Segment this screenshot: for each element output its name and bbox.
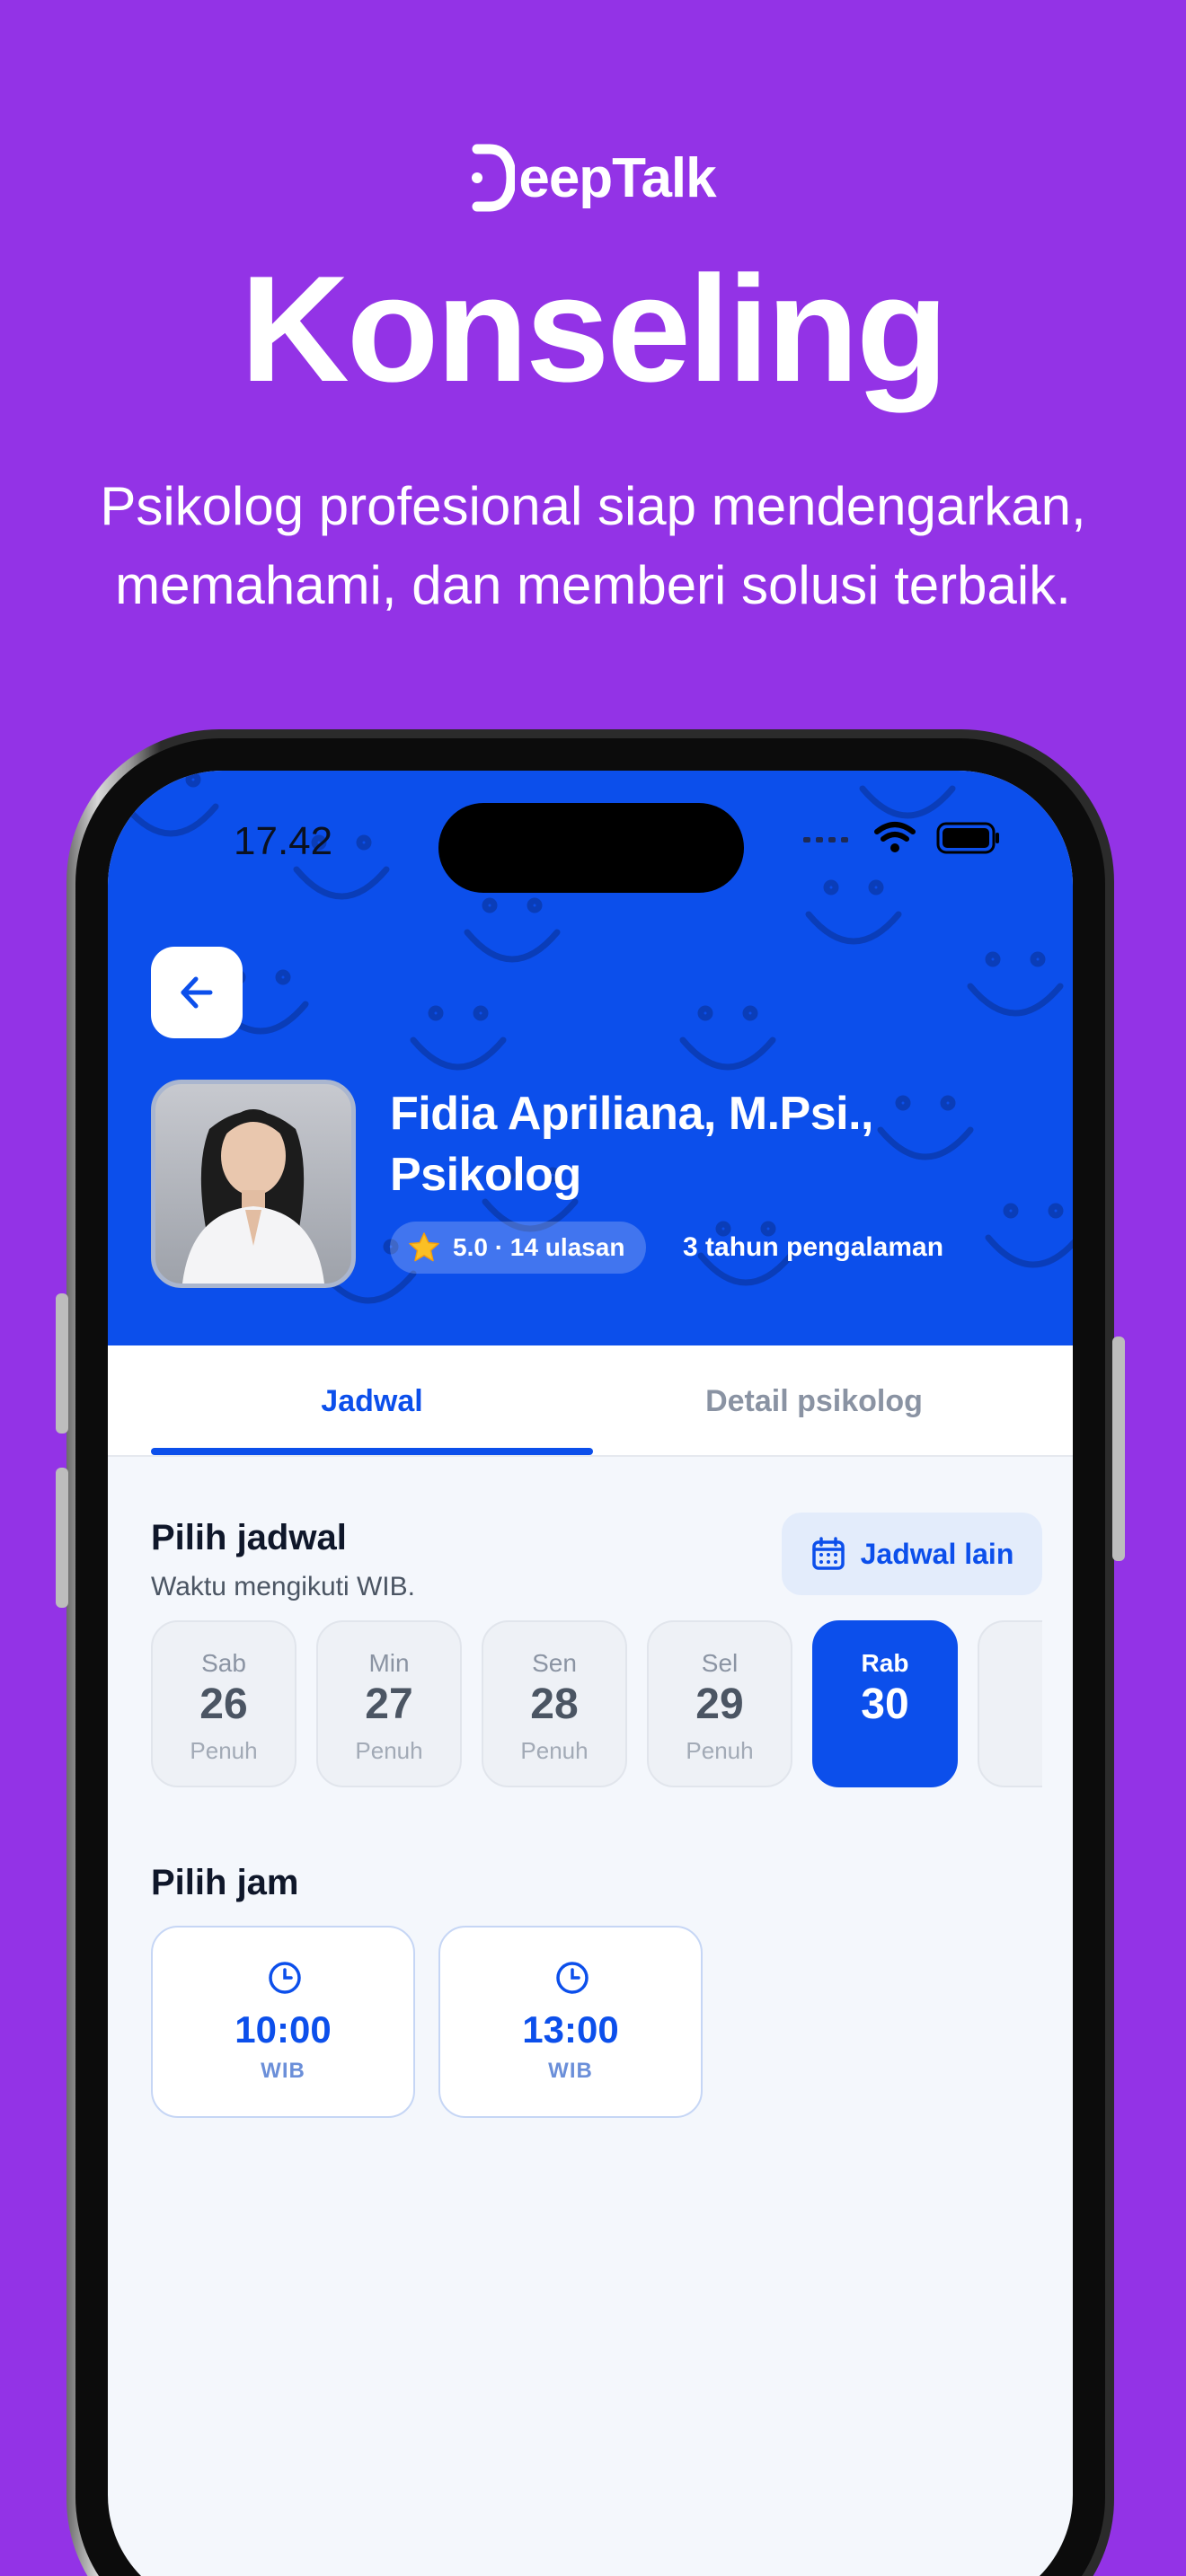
date-card-sen-28[interactable]: Sen 28 Penuh — [482, 1620, 627, 1787]
subtitle-line-2: memahami, dan memberi solusi terbaik. — [115, 555, 1071, 615]
brand-logo: eepTalk — [0, 140, 1186, 216]
status-bar-icons — [803, 821, 1001, 855]
phone-side-button — [1112, 1337, 1125, 1561]
brand-name: eepTalk — [518, 146, 716, 209]
rating-badge: 5.0 · 14 ulasan — [390, 1222, 647, 1274]
date-number: ( — [979, 1680, 1042, 1729]
status-bar-time: 17.42 — [234, 819, 333, 863]
profile-header: 17.42 Fidia Apriliana, M.Psi., Psikolog … — [108, 771, 1073, 1345]
time-slot-1300[interactable]: 13:00 WIB — [438, 1926, 703, 2118]
arrow-left-icon — [181, 976, 213, 1009]
tab-detail-psikolog[interactable]: Detail psikolog — [593, 1345, 1035, 1457]
experience-text: 3 tahun pengalaman — [683, 1232, 944, 1262]
time-zone: WIB — [261, 2059, 305, 2083]
date-status: Penuh — [190, 1737, 258, 1764]
name-line-2: Psikolog — [390, 1149, 581, 1201]
schedule-subtitle: Waktu mengikuti WIB. — [151, 1572, 415, 1601]
active-tab-indicator — [151, 1448, 593, 1455]
date-number: 26 — [199, 1681, 248, 1728]
date-day: Sel — [701, 1649, 739, 1677]
dynamic-island — [438, 803, 744, 893]
calendar-icon — [811, 1537, 845, 1570]
back-button[interactable] — [151, 947, 243, 1038]
date-day: Rab — [861, 1649, 909, 1677]
deeptalk-logo-icon — [472, 144, 516, 212]
date-number: 27 — [365, 1681, 413, 1728]
date-picker: Sab 26 Penuh Min 27 Penuh Sen 28 Penuh S… — [151, 1620, 1042, 1791]
date-card-rab-30[interactable]: Rab 30 — [812, 1620, 958, 1787]
time-value: 10:00 — [235, 2008, 332, 2051]
date-card-sel-29[interactable]: Sel 29 Penuh — [647, 1620, 792, 1787]
date-number: 28 — [530, 1681, 579, 1728]
tab-bar: Jadwal Detail psikolog — [108, 1345, 1073, 1457]
phone-side-button — [56, 1468, 68, 1608]
date-number: 29 — [695, 1681, 744, 1728]
date-day: Sen — [532, 1649, 577, 1677]
psychologist-avatar — [151, 1080, 356, 1288]
wifi-icon — [874, 822, 916, 852]
name-line-1: Fidia Apriliana, M.Psi., — [390, 1088, 873, 1140]
schedule-title: Pilih jadwal — [151, 1518, 347, 1557]
other-schedule-label: Jadwal lain — [860, 1537, 1014, 1570]
battery-icon — [936, 822, 999, 854]
phone-side-button — [56, 1293, 68, 1434]
date-status: Penuh — [686, 1737, 754, 1764]
page-headline: Konseling — [240, 244, 948, 413]
subtitle-line-1: Psikolog profesional siap mendengarkan, — [100, 476, 1086, 536]
phone-mockup: 17.42 Fidia Apriliana, M.Psi., Psikolog … — [56, 729, 1125, 2576]
tab-jadwal[interactable]: Jadwal — [151, 1345, 593, 1457]
date-card-sab-26[interactable]: Sab 26 Penuh — [151, 1620, 296, 1787]
other-schedule-button[interactable]: Jadwal lain — [782, 1513, 1042, 1595]
clock-icon — [556, 1962, 589, 1994]
page-subtitle: Psikolog profesional siap mendengarkan, … — [54, 467, 1132, 625]
date-status: Penuh — [355, 1737, 423, 1764]
time-zone: WIB — [548, 2059, 593, 2083]
clock-icon — [269, 1962, 301, 1994]
date-day: Min — [368, 1649, 410, 1677]
date-status: P — [979, 1737, 1042, 1765]
app-screen: 17.42 Fidia Apriliana, M.Psi., Psikolog … — [108, 771, 1073, 2576]
signal-icon — [803, 837, 848, 842]
date-day: Sab — [201, 1649, 246, 1677]
rating-text: 5.0 · 14 ulasan — [453, 1233, 625, 1261]
star-icon — [409, 1232, 439, 1262]
date-day: K — [979, 1649, 1043, 1678]
person-photo — [182, 1109, 324, 1284]
date-card-partial[interactable]: K ( P — [978, 1620, 1042, 1787]
psychologist-name: Fidia Apriliana, M.Psi., Psikolog — [390, 1083, 965, 1205]
phone-bezel: 17.42 Fidia Apriliana, M.Psi., Psikolog … — [75, 738, 1105, 2576]
date-status: Penuh — [520, 1737, 589, 1764]
time-value: 13:00 — [522, 2008, 619, 2051]
time-slot-1000[interactable]: 10:00 WIB — [151, 1926, 415, 2118]
date-number: 30 — [861, 1681, 909, 1728]
date-card-min-27[interactable]: Min 27 Penuh — [316, 1620, 462, 1787]
time-title: Pilih jam — [151, 1863, 299, 1902]
